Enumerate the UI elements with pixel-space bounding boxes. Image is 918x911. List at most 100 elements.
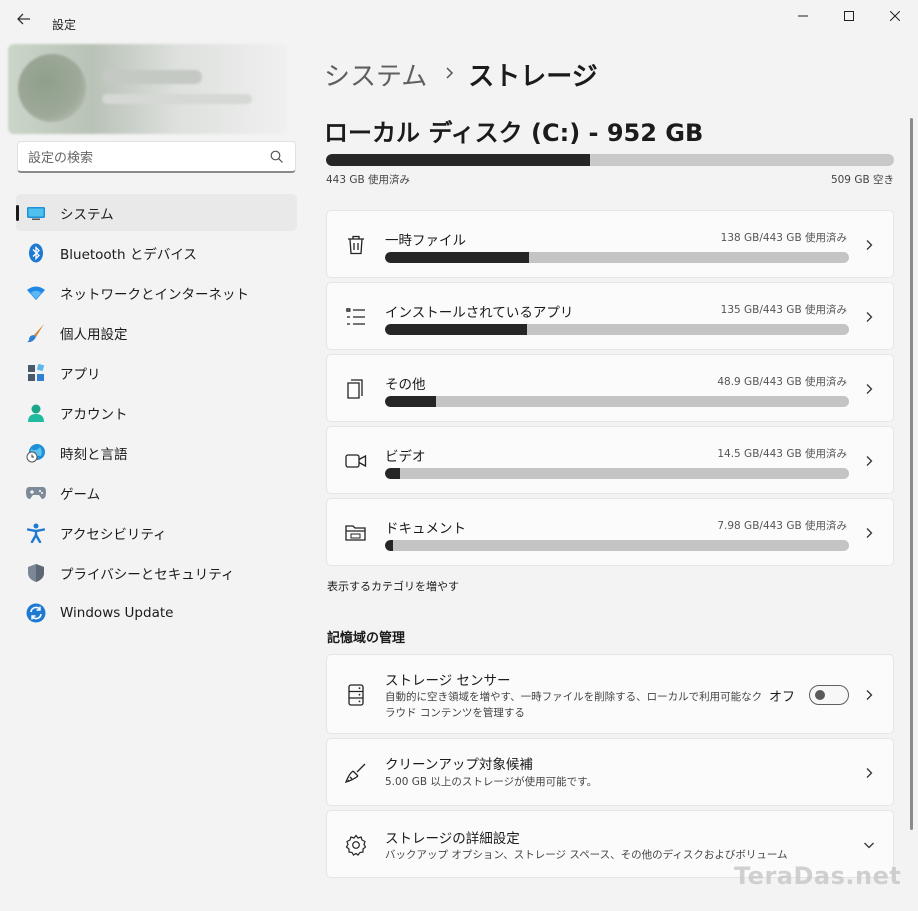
- globe-clock-icon: [25, 442, 47, 464]
- category-temp-files[interactable]: 一時ファイル 138 GB/443 GB 使用済み: [326, 210, 894, 278]
- broom-icon: [344, 761, 368, 785]
- storage-sense-label: ストレージ センサー: [385, 673, 511, 689]
- sidebar-item-label: 個人用設定: [60, 326, 128, 343]
- chevron-right-icon: [866, 312, 873, 322]
- close-button[interactable]: [872, 0, 918, 32]
- apps-icon: [25, 362, 47, 384]
- list-icon: [344, 305, 368, 329]
- sidebar-item-label: Bluetooth とデバイス: [60, 246, 197, 263]
- document-other-icon: [344, 377, 368, 401]
- bluetooth-icon: [25, 242, 47, 264]
- page-title: ストレージ: [468, 62, 598, 92]
- update-icon: [25, 602, 47, 624]
- show-more-categories-link[interactable]: 表示するカテゴリを増やす: [327, 578, 459, 594]
- gamepad-icon: [25, 482, 47, 504]
- category-usage-fill: [385, 540, 394, 551]
- watermark: TeraDas.net: [734, 862, 902, 890]
- category-label: ビデオ: [385, 449, 426, 465]
- chevron-right-icon: [866, 528, 873, 538]
- category-usage-fill: [385, 396, 437, 407]
- category-usage-fill: [385, 252, 530, 263]
- advanced-settings-desc: バックアップ オプション、ストレージ スペース、その他のディスクおよびボリューム: [385, 849, 788, 861]
- search-input[interactable]: [28, 148, 258, 168]
- sidebar-item-bluetooth[interactable]: Bluetooth とデバイス: [16, 234, 297, 271]
- sidebar-item-privacy[interactable]: プライバシーとセキュリティ: [16, 554, 297, 591]
- user-profile[interactable]: [8, 44, 288, 134]
- category-documents[interactable]: ドキュメント 7.98 GB/443 GB 使用済み: [326, 498, 894, 566]
- category-usage-fill: [385, 324, 527, 335]
- storage-sense-card[interactable]: ストレージ センサー 自動的に空き領域を増やす、一時ファイルを削除する、ローカル…: [326, 654, 894, 734]
- shield-icon: [25, 562, 47, 584]
- search-icon[interactable]: [269, 149, 285, 165]
- section-title-storage-management: 記憶域の管理: [327, 631, 406, 646]
- sidebar-item-label: システム: [60, 206, 114, 223]
- category-label: ドキュメント: [385, 521, 466, 537]
- profile-name-placeholder: [102, 70, 202, 84]
- storage-sense-desc-line1: 自動的に空き領域を増やす、一時ファイルを削除する、ローカルで利用可能なク: [385, 691, 763, 703]
- sidebar-item-accessibility[interactable]: アクセシビリティ: [16, 514, 297, 551]
- breadcrumb-parent-link[interactable]: システム: [324, 56, 427, 93]
- video-icon: [344, 449, 368, 473]
- category-label: インストールされているアプリ: [385, 305, 574, 321]
- category-label: その他: [385, 377, 426, 393]
- cleanup-desc: 5.00 GB 以上のストレージが使用可能です。: [385, 776, 598, 788]
- sidebar-item-label: アプリ: [60, 366, 101, 383]
- category-usage-bar: [385, 540, 849, 551]
- cleanup-recommendations-card[interactable]: クリーンアップ対象候補 5.00 GB 以上のストレージが使用可能です。: [326, 738, 894, 806]
- sidebar-item-time-language[interactable]: 時刻と言語: [16, 434, 297, 471]
- paintbrush-icon: [25, 322, 47, 344]
- sidebar-item-system[interactable]: システム: [16, 194, 297, 231]
- sidebar-item-label: ネットワークとインターネット: [60, 286, 249, 303]
- category-usage: 48.9 GB/443 GB 使用済み: [717, 376, 847, 388]
- folder-icon: [344, 521, 368, 545]
- chevron-right-icon: [866, 456, 873, 466]
- sidebar-item-label: ゲーム: [60, 486, 101, 503]
- maximize-button[interactable]: [826, 0, 872, 32]
- sidebar-item-label: プライバシーとセキュリティ: [60, 566, 235, 583]
- title-bar: 設定: [0, 0, 918, 34]
- scrollbar[interactable]: [910, 118, 913, 830]
- cleanup-label: クリーンアップ対象候補: [385, 757, 533, 773]
- category-usage: 7.98 GB/443 GB 使用済み: [717, 520, 847, 532]
- sidebar-item-network[interactable]: ネットワークとインターネット: [16, 274, 297, 311]
- minimize-icon: [798, 15, 808, 17]
- gear-icon: [344, 833, 368, 857]
- category-other[interactable]: その他 48.9 GB/443 GB 使用済み: [326, 354, 894, 422]
- toggle-knob: [815, 690, 825, 700]
- minimize-button[interactable]: [780, 0, 826, 32]
- category-installed-apps[interactable]: インストールされているアプリ 135 GB/443 GB 使用済み: [326, 282, 894, 350]
- category-usage-bar: [385, 252, 849, 263]
- chevron-right-icon: [866, 690, 873, 700]
- disk-used-label: 443 GB 使用済み: [326, 174, 411, 186]
- accessibility-icon: [25, 522, 47, 544]
- storage-sense-toggle[interactable]: [809, 685, 849, 705]
- disk-free-label: 509 GB 空き: [830, 174, 894, 186]
- sidebar-item-apps[interactable]: アプリ: [16, 354, 297, 391]
- disk-usage-bar: [326, 154, 894, 166]
- sidebar-item-windows-update[interactable]: Windows Update: [16, 594, 297, 631]
- category-usage: 135 GB/443 GB 使用済み: [720, 304, 847, 316]
- disk-title: ローカル ディスク (C:) - 952 GB: [324, 119, 704, 147]
- chevron-down-icon: [864, 842, 874, 849]
- storage-sense-toggle-state: オフ: [768, 690, 795, 705]
- sidebar-item-label: アクセシビリティ: [60, 526, 167, 543]
- sidebar-item-gaming[interactable]: ゲーム: [16, 474, 297, 511]
- sidebar-item-label: Windows Update: [60, 604, 174, 621]
- category-usage-bar: [385, 468, 849, 479]
- category-usage-fill: [385, 468, 401, 479]
- category-usage-bar: [385, 324, 849, 335]
- wifi-icon: [25, 282, 47, 304]
- back-button[interactable]: [10, 8, 38, 30]
- sidebar-item-personalization[interactable]: 個人用設定: [16, 314, 297, 351]
- search-box: [17, 141, 296, 173]
- arrow-left-icon: [17, 13, 30, 25]
- close-icon: [890, 11, 900, 21]
- breadcrumb: システム ストレージ: [324, 56, 598, 93]
- sidebar-item-label: アカウント: [60, 406, 128, 423]
- category-videos[interactable]: ビデオ 14.5 GB/443 GB 使用済み: [326, 426, 894, 494]
- chevron-right-icon: [866, 384, 873, 394]
- sidebar-item-label: 時刻と言語: [60, 446, 128, 463]
- sidebar-item-accounts[interactable]: アカウント: [16, 394, 297, 431]
- category-usage: 14.5 GB/443 GB 使用済み: [717, 448, 847, 460]
- category-usage-bar: [385, 396, 849, 407]
